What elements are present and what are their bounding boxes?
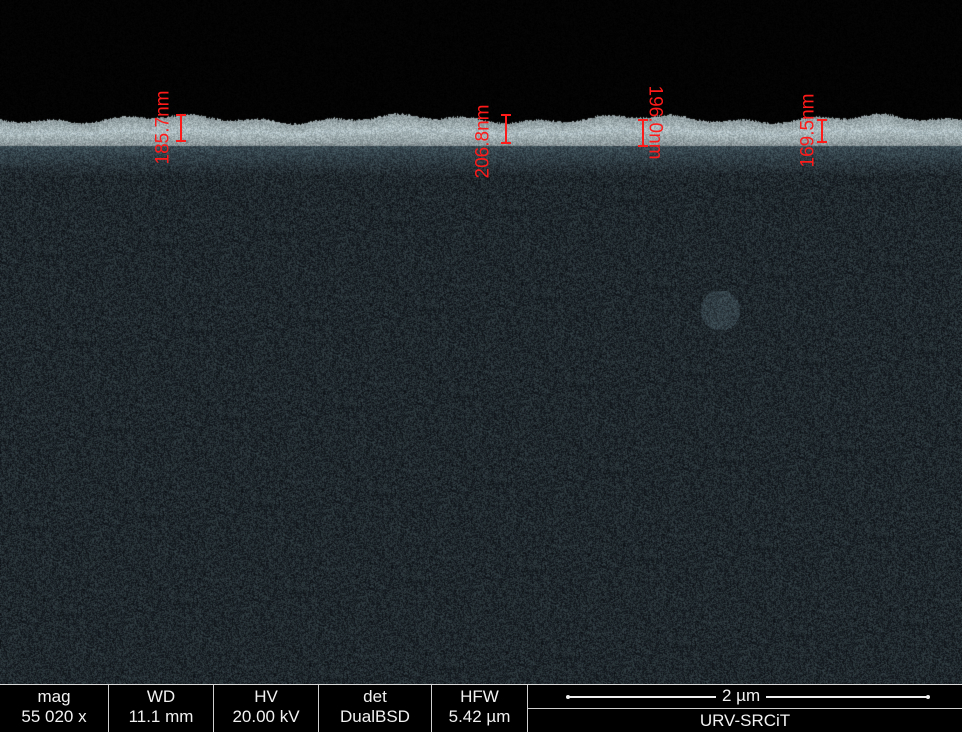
measurement-bracket-2 bbox=[501, 114, 511, 144]
hfw-cell: HFW 5.42 µm bbox=[431, 685, 527, 732]
wd-label: WD bbox=[146, 687, 176, 706]
measurement-label-3: 196.0nm bbox=[644, 85, 666, 160]
hv-value: 20.00 kV bbox=[232, 707, 300, 726]
det-value: DualBSD bbox=[340, 707, 410, 726]
measurement-bracket-1 bbox=[176, 114, 186, 142]
scale-bar-cell: 2 µm URV-SRCiT bbox=[527, 685, 962, 732]
instrument-databar: mag 55 020 x WD 11.1 mm HV 20.00 kV det … bbox=[0, 684, 962, 732]
hv-cell: HV 20.00 kV bbox=[213, 685, 318, 732]
scale-divider bbox=[528, 708, 962, 709]
measurement-label-4: 169.5nm bbox=[797, 93, 819, 168]
mag-label: mag bbox=[37, 687, 71, 706]
mag-cell: mag 55 020 x bbox=[0, 685, 108, 732]
wd-value: 11.1 mm bbox=[128, 707, 194, 726]
hfw-label: HFW bbox=[460, 687, 499, 706]
measurement-bracket-4 bbox=[817, 119, 827, 143]
measurement-label-2: 206.8nm bbox=[472, 104, 494, 179]
hfw-value: 5.42 µm bbox=[448, 707, 511, 726]
institute-label: URV-SRCiT bbox=[699, 711, 791, 730]
det-cell: det DualBSD bbox=[318, 685, 431, 732]
measurement-label-1: 185.7nm bbox=[152, 90, 174, 165]
scale-bar-label: 2 µm bbox=[716, 686, 767, 706]
wd-cell: WD 11.1 mm bbox=[108, 685, 213, 732]
mag-value: 55 020 x bbox=[21, 707, 87, 726]
det-label: det bbox=[363, 687, 387, 706]
hv-label: HV bbox=[254, 687, 278, 706]
